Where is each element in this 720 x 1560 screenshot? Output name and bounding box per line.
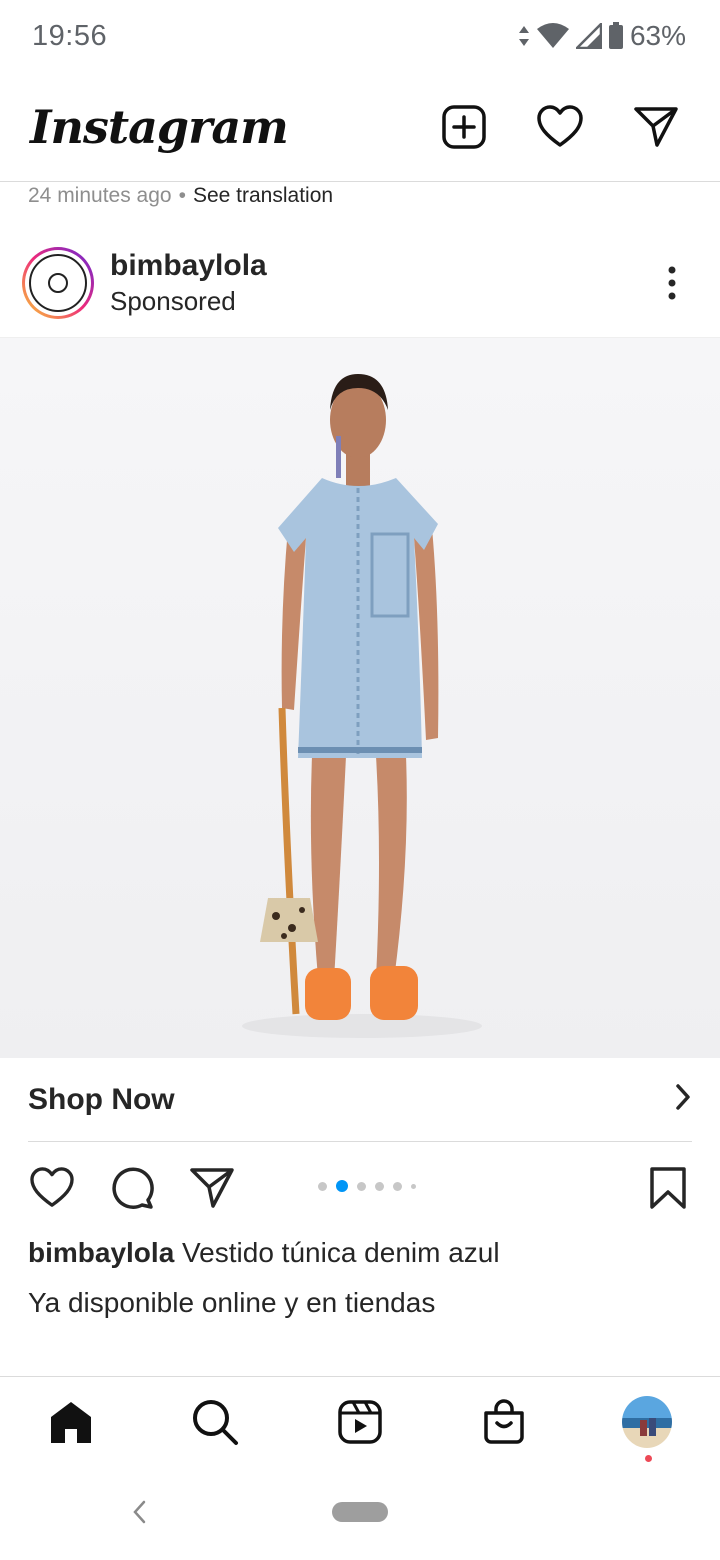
time-ago: 24 minutes ago (28, 184, 172, 207)
brand-logo-center (48, 272, 68, 293)
status-time: 19:56 (32, 19, 108, 52)
model-illustration (242, 374, 482, 1038)
caption-line-1: bimbaylola Vestido túnica denim azul (28, 1228, 698, 1278)
like-heart-icon[interactable] (28, 1164, 76, 1212)
avatar[interactable] (22, 246, 94, 319)
share-icon[interactable] (188, 1164, 236, 1212)
shop-icon[interactable] (479, 1397, 529, 1447)
status-bar: 19:56 4 63% (0, 0, 720, 72)
carousel-dot-active (336, 1180, 348, 1192)
data-arrows-icon (518, 25, 530, 47)
profile-photo (622, 1396, 672, 1448)
network-badge: 4 (561, 39, 568, 51)
shop-now-row[interactable]: Shop Now (28, 1058, 692, 1142)
header-actions (440, 103, 680, 151)
carousel-indicator (318, 1180, 416, 1192)
caption-line-2: Ya disponible online y en tiendas (28, 1287, 436, 1318)
shop-now-label: Shop Now (28, 1082, 175, 1116)
carousel-dot (393, 1181, 402, 1191)
instagram-logo[interactable]: Instagram (30, 100, 289, 154)
post-caption: bimbaylola Vestido túnica denim azul Ya … (28, 1228, 698, 1328)
home-pill[interactable] (332, 1502, 388, 1522)
previous-post-meta: 24 minutes ago • See translation (28, 182, 333, 210)
status-icons: 4 63% (518, 20, 686, 52)
caption-text: Vestido túnica denim azul (182, 1237, 500, 1268)
carousel-dot (357, 1181, 366, 1191)
post-actions (0, 1160, 720, 1216)
home-icon[interactable] (46, 1397, 96, 1447)
bookmark-icon[interactable] (644, 1164, 692, 1212)
post-username[interactable]: bimbaylola (110, 248, 652, 284)
carousel-dot (375, 1181, 384, 1191)
notification-dot (645, 1455, 652, 1462)
post-header: bimbaylola Sponsored (0, 228, 720, 338)
carousel-dot (318, 1181, 327, 1191)
comment-icon[interactable] (108, 1164, 156, 1212)
carousel-dot (411, 1183, 416, 1189)
separator-dot: • (178, 184, 186, 207)
bottom-nav (0, 1376, 720, 1464)
heart-icon[interactable] (536, 103, 584, 151)
avatar-inner (25, 249, 91, 316)
new-post-icon[interactable] (440, 103, 488, 151)
profile-avatar[interactable] (622, 1396, 672, 1448)
post-image[interactable] (0, 338, 720, 1058)
signal-icon (575, 23, 602, 49)
sponsored-label: Sponsored (110, 285, 236, 316)
direct-message-icon[interactable] (632, 103, 680, 151)
wifi-icon: 4 (536, 23, 570, 51)
reels-icon[interactable] (335, 1397, 385, 1447)
post-user-info: bimbaylola Sponsored (110, 248, 652, 318)
chevron-right-icon (674, 1083, 692, 1116)
battery-icon (608, 22, 624, 50)
back-icon[interactable] (128, 1498, 150, 1526)
search-icon[interactable] (190, 1397, 240, 1447)
battery-percent: 63% (629, 20, 686, 51)
more-options-icon[interactable] (652, 253, 692, 313)
app-header: Instagram (0, 72, 720, 182)
see-translation-link[interactable]: See translation (193, 184, 333, 208)
caption-username[interactable]: bimbaylola (28, 1237, 174, 1268)
brand-logo (29, 253, 87, 312)
system-nav-bar (0, 1464, 720, 1560)
